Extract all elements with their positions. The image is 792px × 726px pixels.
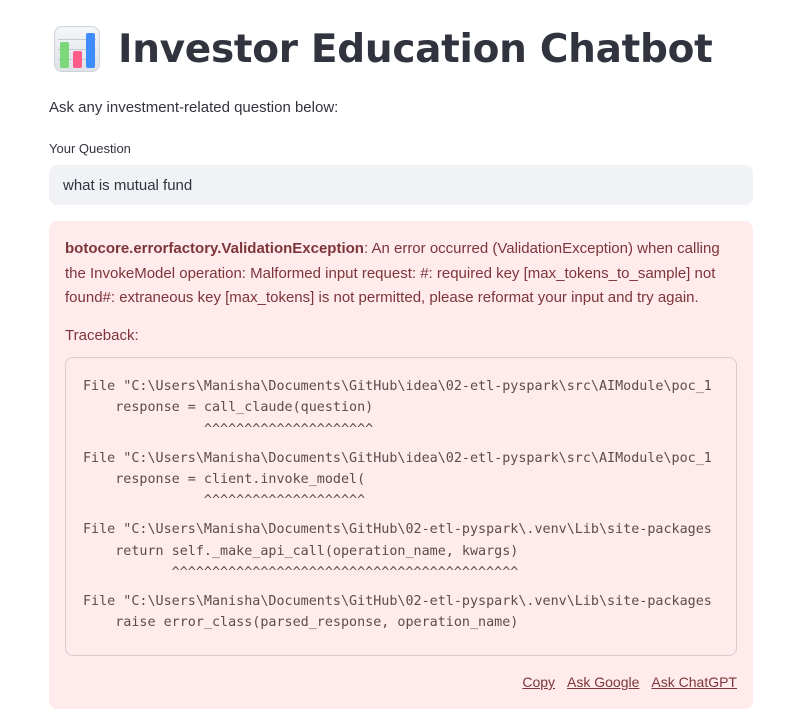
ask-chatgpt-link[interactable]: Ask ChatGPT [651,674,737,690]
traceback-line: raise error_class(parsed_response, opera… [83,615,519,631]
traceback-code-block[interactable]: File "C:\Users\Manisha\Documents\GitHub\… [65,357,737,656]
traceback-line: File "C:\Users\Manisha\Documents\GitHub\… [83,522,712,538]
question-input[interactable] [49,165,753,205]
traceback-line: File "C:\Users\Manisha\Documents\GitHub\… [83,594,712,610]
icon-bar-blue [86,33,95,68]
traceback-line: File "C:\Users\Manisha\Documents\GitHub\… [83,379,712,394]
traceback-label: Traceback: [65,327,139,344]
error-type: botocore.errorfactory.ValidationExceptio… [65,240,364,257]
intro-text: Ask any investment-related question belo… [49,99,339,116]
error-alert: botocore.errorfactory.ValidationExceptio… [49,221,753,709]
page-title: Investor Education Chatbot [118,26,713,72]
error-message: botocore.errorfactory.ValidationExceptio… [65,237,739,311]
traceback-line: return self._make_api_call(operation_nam… [83,543,519,559]
traceback-spacer [83,584,736,592]
traceback-line: ^^^^^^^^^^^^^^^^^^^^^ [83,421,374,437]
traceback-line: ^^^^^^^^^^^^^^^^^^^^^^^^^^^^^^^^^^^^^^^^… [83,565,519,581]
traceback-line: File "C:\Users\Manisha\Documents\GitHub\… [83,450,712,466]
icon-bar-pink [73,51,82,68]
copy-link[interactable]: Copy [522,674,555,690]
bar-chart-icon [54,26,100,72]
error-actions: Copy Ask Google Ask ChatGPT [522,674,737,690]
traceback-line: response = client.invoke_model( [83,472,366,488]
traceback-line: ^^^^^^^^^^^^^^^^^^^^ [83,493,366,509]
ask-google-link[interactable]: Ask Google [567,674,639,690]
icon-bar-green [60,42,69,68]
traceback-spacer [83,440,736,448]
page-header: Investor Education Chatbot [54,26,713,72]
traceback-spacer [83,512,736,520]
app-page: Investor Education Chatbot Ask any inves… [0,0,792,726]
question-label: Your Question [49,141,131,156]
traceback-line: response = call_claude(question) [83,400,374,416]
